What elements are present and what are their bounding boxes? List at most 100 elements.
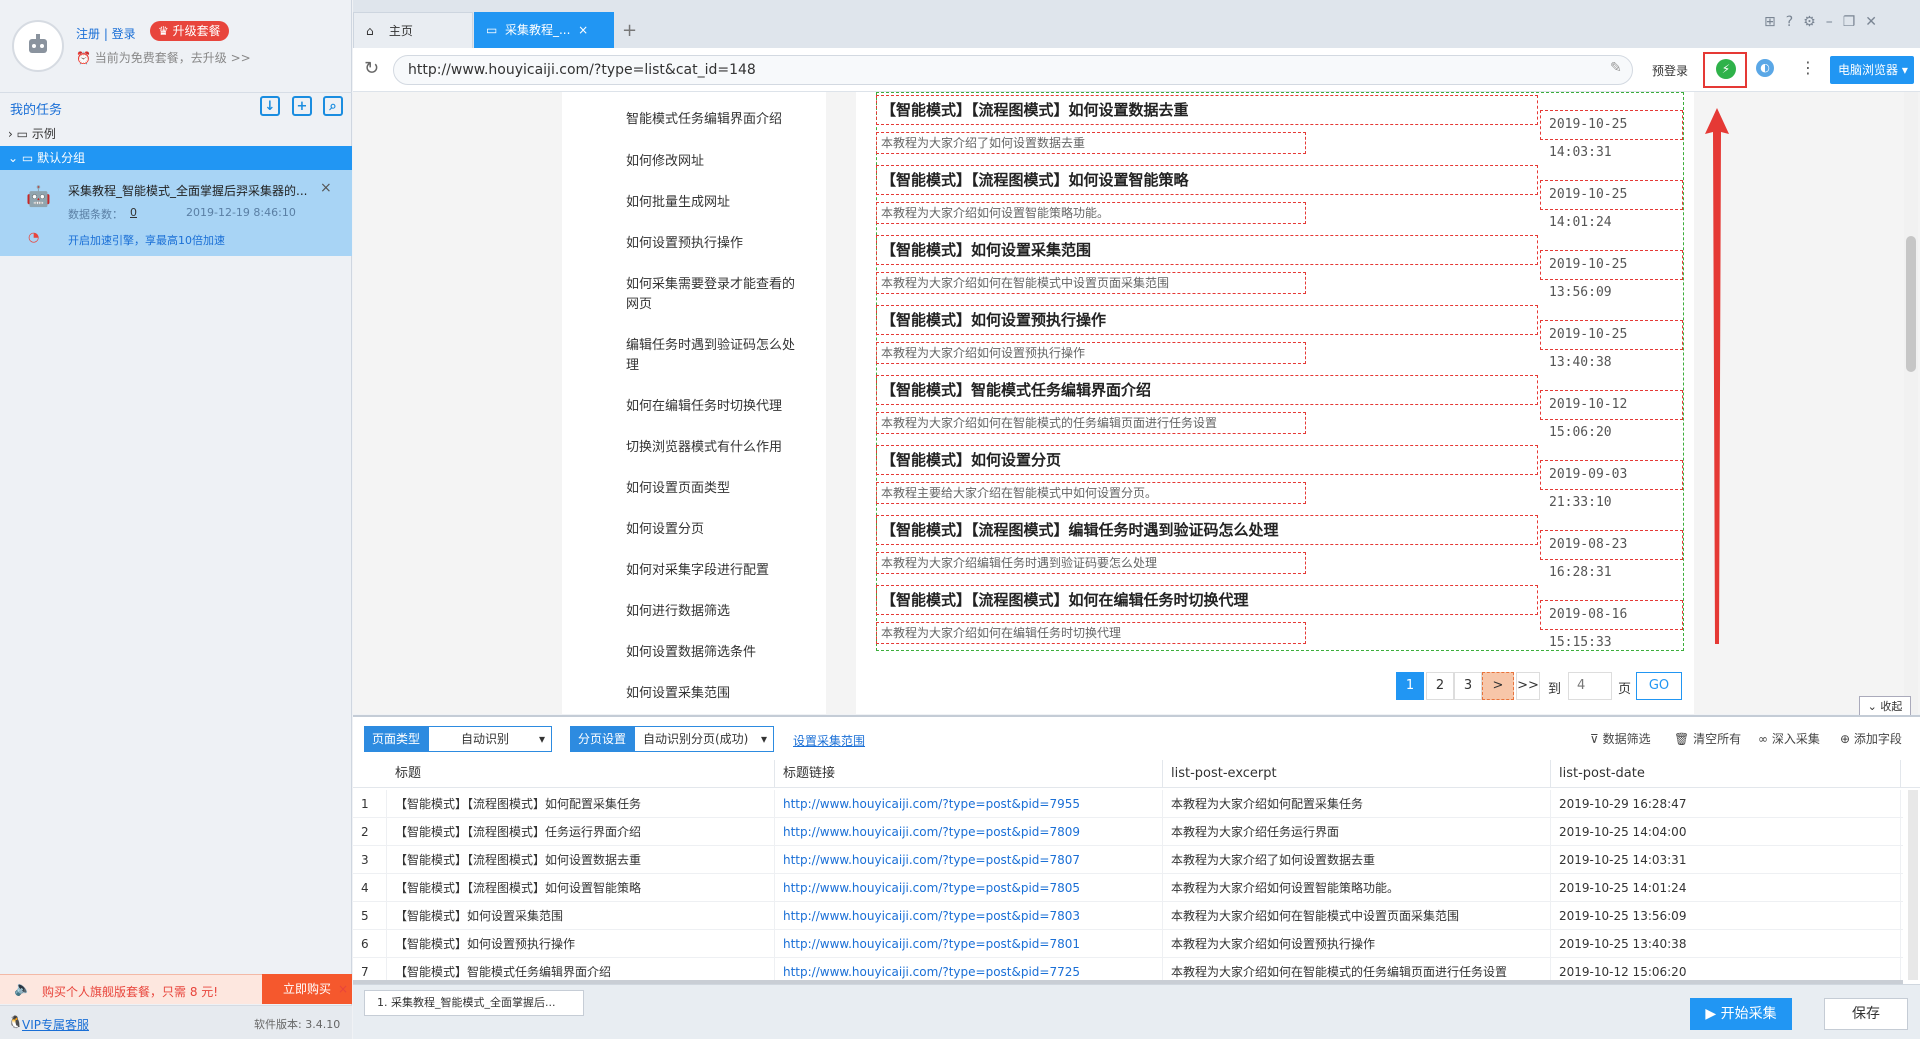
tab-home[interactable]: ⌂ 主页 <box>353 12 473 48</box>
cell-excerpt: 本教程为大家介绍如何设置预执行操作 <box>1163 930 1551 958</box>
more-icon[interactable]: ⋮ <box>1800 58 1816 77</box>
table-row[interactable]: 2 【智能模式】【流程图模式】任务运行界面介绍 http://www.houyica… <box>353 818 1903 846</box>
promo-close-icon[interactable]: × <box>338 982 348 996</box>
article-excerpt: 本教程主要给大家介绍在智能模式中如何设置分页。 <box>876 482 1306 504</box>
table-row[interactable]: 3 【智能模式】【流程图模式】如何设置数据去重 http://www.houyica… <box>353 846 1903 874</box>
chevron-right-icon: › <box>8 127 13 141</box>
side-link[interactable]: 如何设置分页 <box>626 520 822 540</box>
article-title[interactable]: 【智能模式】【流程图模式】如何设置智能策略 <box>876 165 1538 195</box>
side-link[interactable]: 如何批量生成网址 <box>626 193 822 213</box>
minimize-icon[interactable]: – <box>1826 14 1843 30</box>
tab-task[interactable]: ▭ 采集教程_... × <box>474 12 614 48</box>
set-range-link[interactable]: 设置采集范围 <box>793 732 865 749</box>
column-header[interactable]: list-post-excerpt <box>1163 760 1551 788</box>
article-excerpt: 本教程为大家介绍如何在编辑任务时切换代理 <box>876 622 1306 644</box>
side-link[interactable]: 切换浏览器模式有什么作用 <box>626 438 822 458</box>
import-task-icon[interactable]: ↓ <box>260 96 280 116</box>
column-header[interactable]: list-post-date <box>1551 760 1901 788</box>
task-tab[interactable]: 1. 采集教程_智能模式_全面掌握后... <box>364 990 584 1016</box>
folder-icon: ▭ <box>21 151 34 165</box>
tab-close-icon[interactable]: × <box>578 23 588 37</box>
help-icon[interactable]: ? <box>1786 14 1803 30</box>
deep-collect-button[interactable]: ∞ 深入采集 <box>1758 730 1820 747</box>
new-tab-icon[interactable]: + <box>622 20 637 41</box>
table-v-scrollbar[interactable] <box>1908 790 1918 980</box>
article-date: 2019-10-12 15:06:20 <box>1540 390 1683 440</box>
save-button[interactable]: 保存 <box>1824 998 1908 1030</box>
article-excerpt: 本教程为大家介绍如何设置预执行操作 <box>876 342 1306 364</box>
side-link[interactable]: 如何修改网址 <box>626 152 822 172</box>
side-link[interactable]: 如何对采集字段进行配置 <box>626 561 822 581</box>
article-title[interactable]: 【智能模式】如何设置分页 <box>876 445 1538 475</box>
side-link[interactable]: 如何进行数据筛选 <box>626 602 822 622</box>
side-link[interactable]: 如何采集需要登录才能查看的网页 <box>626 275 806 315</box>
web-scroll-thumb[interactable] <box>1906 236 1916 372</box>
start-collect-button[interactable]: ▶ 开始采集 <box>1690 998 1792 1030</box>
clear-all-button[interactable]: 🗑 清空所有 <box>1674 730 1741 747</box>
add-field-label: 添加字段 <box>1853 732 1902 746</box>
window-close-icon[interactable]: ✕ <box>1865 14 1887 30</box>
refresh-icon[interactable]: ↻ <box>364 58 379 79</box>
row-number: 4 <box>353 874 387 902</box>
page-3[interactable]: 3 <box>1454 672 1482 700</box>
page-input[interactable]: 4 <box>1568 672 1612 700</box>
column-header[interactable]: 标题 <box>387 760 775 788</box>
prelogin-button[interactable]: 预登录 <box>1652 62 1688 79</box>
search-task-icon[interactable]: ⌕ <box>323 96 343 116</box>
group-example[interactable]: › ▭ 示例 <box>0 122 352 146</box>
new-task-icon[interactable]: + <box>292 96 312 116</box>
paging-select[interactable]: 自动识别分页(成功) ▾ <box>634 726 774 752</box>
vip-service-link[interactable]: VIP专属客服 <box>22 1016 89 1033</box>
page-2[interactable]: 2 <box>1426 672 1454 700</box>
plan-text[interactable]: ⏰ 当前为免费套餐，去升级 >> <box>76 49 251 66</box>
tab-label: 主页 <box>388 24 413 38</box>
web-scrollbar[interactable] <box>1904 92 1918 714</box>
article-title[interactable]: 【智能模式】如何设置采集范围 <box>876 235 1538 265</box>
filter-button[interactable]: ⊽ 数据筛选 <box>1590 730 1651 747</box>
side-link[interactable]: 编辑任务时遇到验证码怎么处理 <box>626 336 806 376</box>
next-page-button[interactable]: > <box>1482 672 1514 700</box>
table-row[interactable]: 1 【智能模式】【流程图模式】如何配置采集任务 http://www.houyica… <box>353 790 1903 818</box>
close-icon[interactable]: × <box>320 180 332 196</box>
table-row[interactable]: 5 【智能模式】如何设置采集范围 http://www.houyicaiji.com… <box>353 902 1903 930</box>
page-1[interactable]: 1 <box>1396 672 1424 700</box>
article-title[interactable]: 【智能模式】【流程图模式】编辑任务时遇到验证码怎么处理 <box>876 515 1538 545</box>
ip-icon[interactable]: ◐ <box>1756 59 1774 77</box>
cell-date: 2019-10-25 14:03:31 <box>1551 846 1901 874</box>
bottom-bar <box>353 984 1920 1039</box>
article-title[interactable]: 【智能模式】智能模式任务编辑界面介绍 <box>876 375 1538 405</box>
task-card[interactable]: 🤖 采集教程_智能模式_全面掌握后羿采集器的... × 数据条数： 0 2019… <box>0 170 352 256</box>
article-title[interactable]: 【智能模式】【流程图模式】如何在编辑任务时切换代理 <box>876 585 1538 615</box>
avatar[interactable] <box>12 20 64 72</box>
url-input[interactable]: http://www.houyicaiji.com/?type=list&cat… <box>393 55 1633 85</box>
article-title[interactable]: 【智能模式】如何设置预执行操作 <box>876 305 1538 335</box>
edit-url-icon[interactable]: ✎ <box>1610 60 1622 76</box>
url-text: http://www.houyicaiji.com/?type=list&cat… <box>408 62 756 78</box>
column-header[interactable]: 标题链接 <box>775 760 1163 788</box>
left-footer: 🐧 VIP专属客服 软件版本: 3.4.10 <box>0 1005 352 1039</box>
count-value[interactable]: 0 <box>130 206 137 219</box>
group-default[interactable]: ⌄ ▭ 默认分组 <box>0 146 352 170</box>
maximize-icon[interactable]: ❐ <box>1843 14 1866 30</box>
page-type-select[interactable]: 自动识别 ▾ <box>428 726 552 752</box>
add-field-button[interactable]: ⊕ 添加字段 <box>1840 730 1902 747</box>
browser-mode-select[interactable]: 电脑浏览器 ▾ <box>1830 56 1914 84</box>
upgrade-button[interactable]: ♛ 升级套餐 <box>150 21 229 41</box>
side-link[interactable]: 如何设置预执行操作 <box>626 234 822 254</box>
go-button[interactable]: GO <box>1636 672 1682 700</box>
article-title[interactable]: 【智能模式】【流程图模式】如何设置数据去重 <box>876 95 1538 125</box>
side-link[interactable]: 如何在编辑任务时切换代理 <box>626 397 822 417</box>
accelerate-icon[interactable]: ⚡ <box>1716 59 1736 79</box>
side-link[interactable]: 如何设置数据筛选条件 <box>626 643 822 663</box>
gift-icon[interactable]: ⊞ <box>1764 14 1786 30</box>
side-link[interactable]: 如何设置采集范围 <box>626 684 822 704</box>
last-page-button[interactable]: >> <box>1516 672 1540 700</box>
settings-icon[interactable]: ⚙ <box>1803 14 1826 30</box>
register-login-link[interactable]: 注册 | 登录 <box>76 25 136 42</box>
table-row[interactable]: 6 【智能模式】如何设置预执行操作 http://www.houyicaiji.co… <box>353 930 1903 958</box>
table-row[interactable]: 4 【智能模式】【流程图模式】如何设置智能策略 http://www.houyica… <box>353 874 1903 902</box>
window-controls: ⊞?⚙–❐✕ <box>1764 14 1887 30</box>
side-link[interactable]: 智能模式任务编辑界面介绍 <box>626 110 822 130</box>
side-link[interactable]: 如何设置页面类型 <box>626 479 822 499</box>
engine-tip-link[interactable]: 开启加速引擎，享最高10倍加速 <box>68 232 225 248</box>
